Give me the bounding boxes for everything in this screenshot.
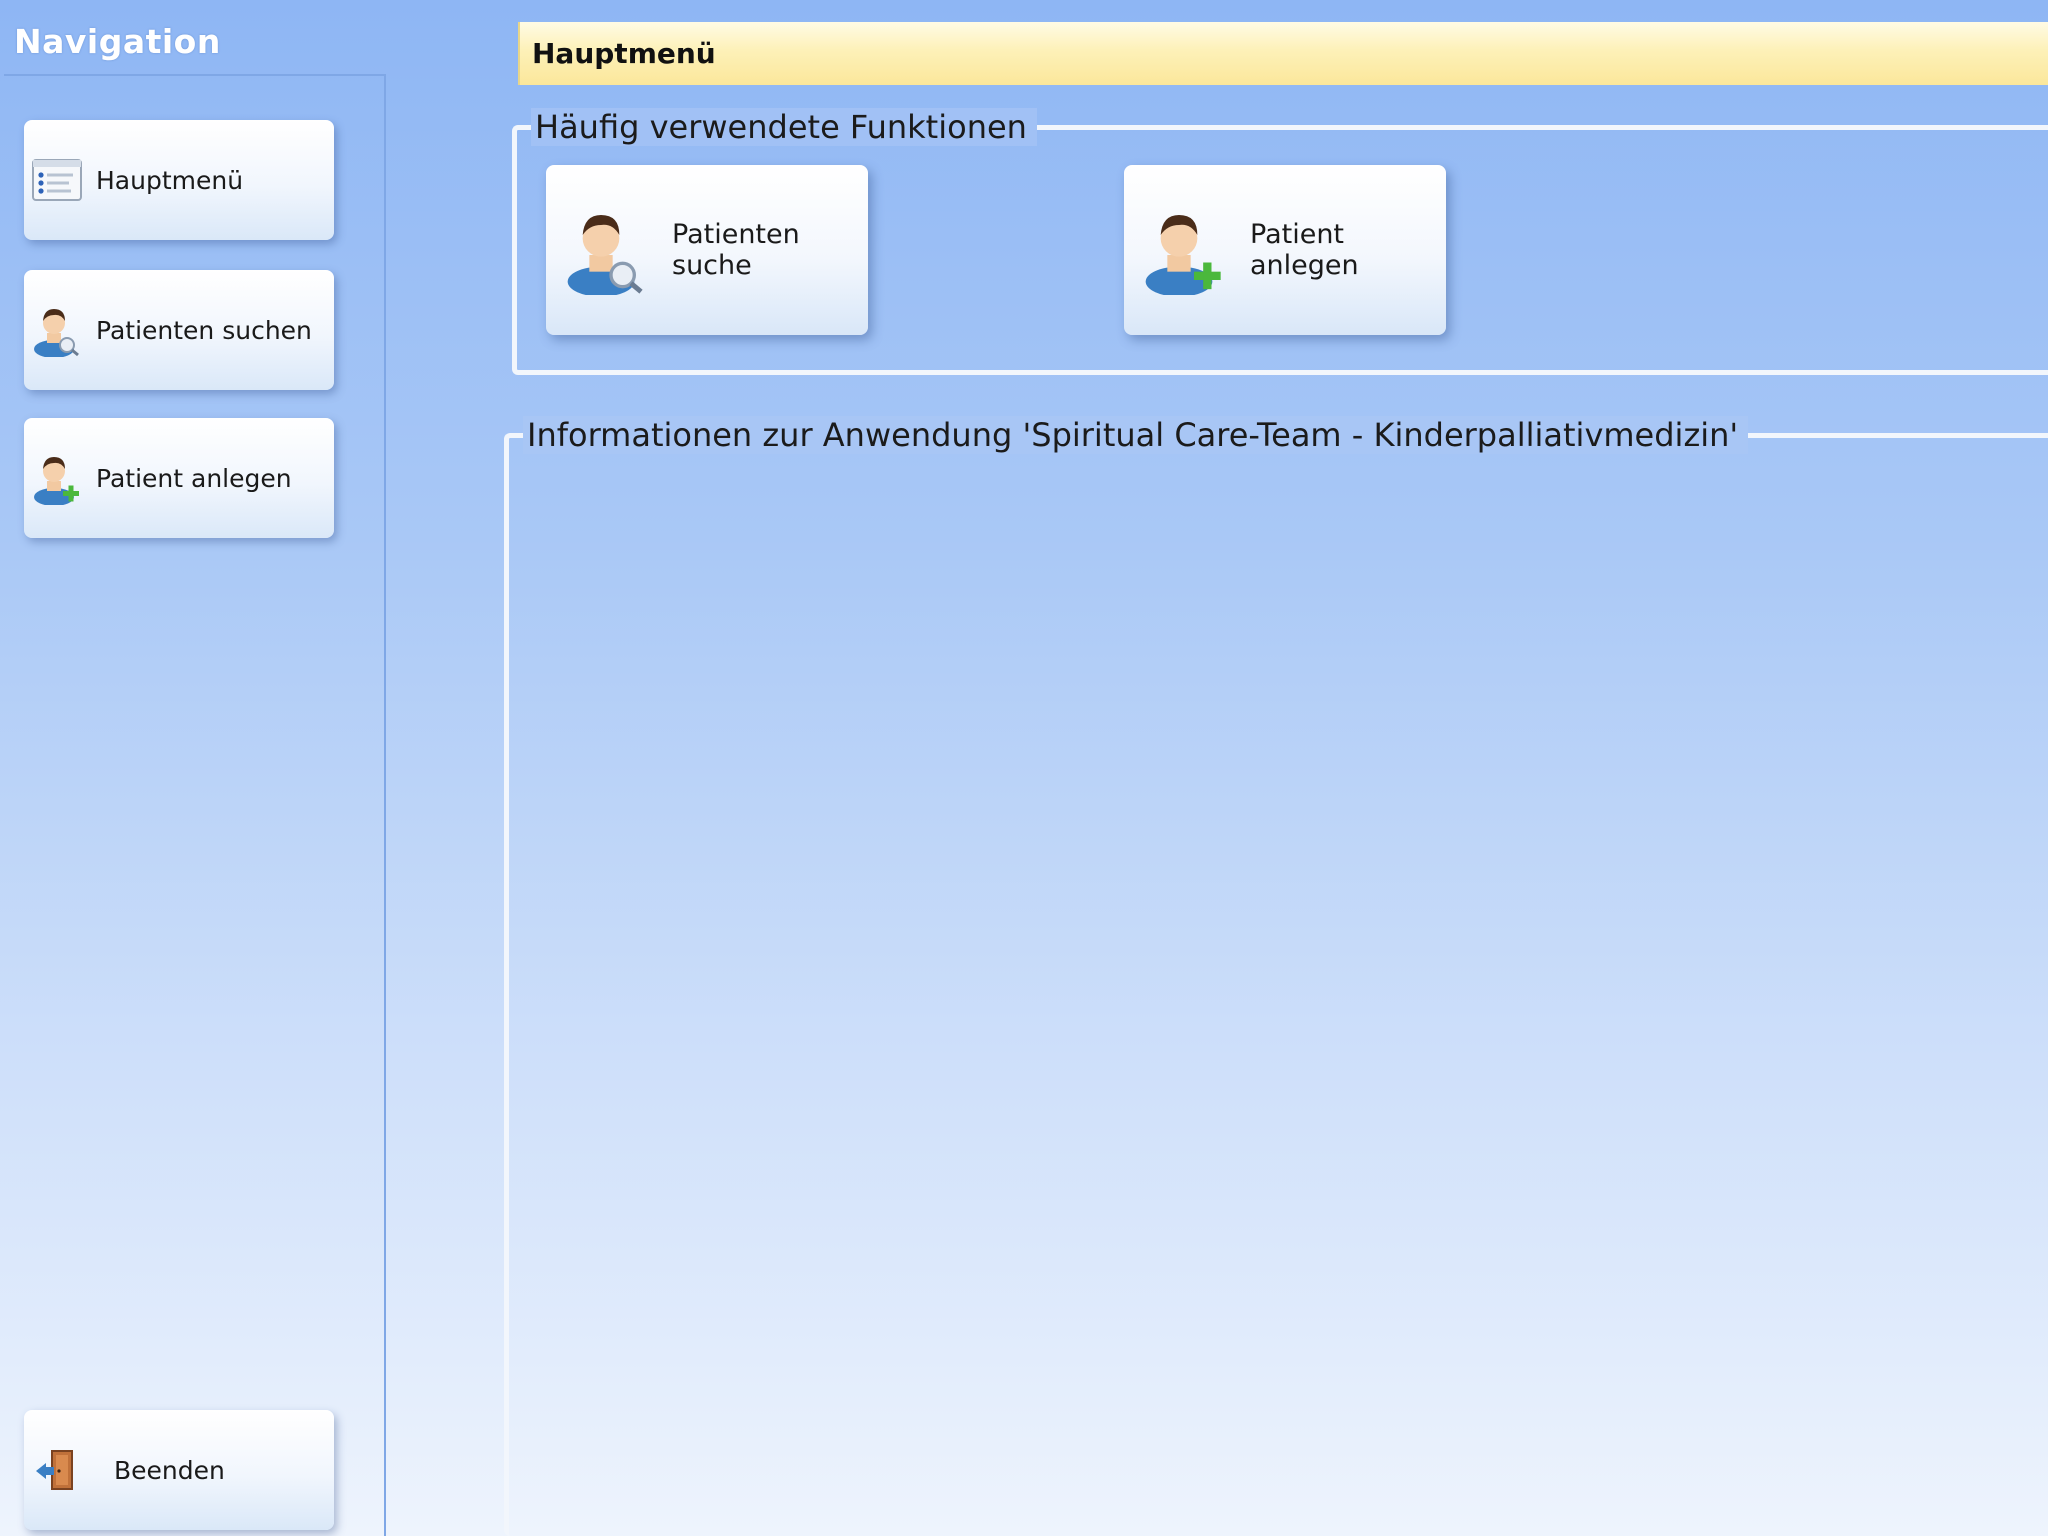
- page-header: Hauptmenü: [518, 22, 2048, 85]
- application-info-group: Informationen zur Anwendung 'Spiritual C…: [504, 416, 2048, 1536]
- page-title: Hauptmenü: [532, 37, 716, 70]
- frequent-functions-group: Häufig verwendete Funktionen Patienten s…: [512, 108, 2048, 375]
- nav-button-patient-anlegen[interactable]: Patient anlegen: [24, 418, 334, 538]
- application-info-legend: Informationen zur Anwendung 'Spiritual C…: [523, 416, 1749, 454]
- exit-door-icon: [30, 1443, 84, 1497]
- nav-button-patienten-suchen[interactable]: Patienten suchen: [24, 270, 334, 390]
- nav-button-label: Patient anlegen: [96, 463, 292, 493]
- nav-button-label: Hauptmenü: [96, 165, 244, 195]
- patient-create-button[interactable]: Patient anlegen: [1124, 165, 1446, 335]
- person-add-icon: [1142, 205, 1226, 295]
- frequent-functions-legend: Häufig verwendete Funktionen: [531, 108, 1037, 146]
- exit-button[interactable]: Beenden: [24, 1410, 334, 1530]
- nav-button-hauptmenue[interactable]: Hauptmenü: [24, 120, 334, 240]
- exit-button-label: Beenden: [114, 1455, 225, 1485]
- patient-search-button[interactable]: Patienten suche: [546, 165, 868, 335]
- list-icon: [30, 153, 84, 207]
- person-search-icon: [30, 303, 84, 357]
- navigation-sidebar: Navigation Hauptmenü Patienten suchen Pa…: [0, 0, 388, 1536]
- person-search-icon: [564, 205, 648, 295]
- patient-search-label: Patienten suche: [672, 219, 800, 281]
- patient-create-label: Patient anlegen: [1250, 219, 1359, 281]
- person-add-icon: [30, 451, 84, 505]
- navigation-title: Navigation: [14, 22, 221, 61]
- nav-button-label: Patienten suchen: [96, 315, 312, 345]
